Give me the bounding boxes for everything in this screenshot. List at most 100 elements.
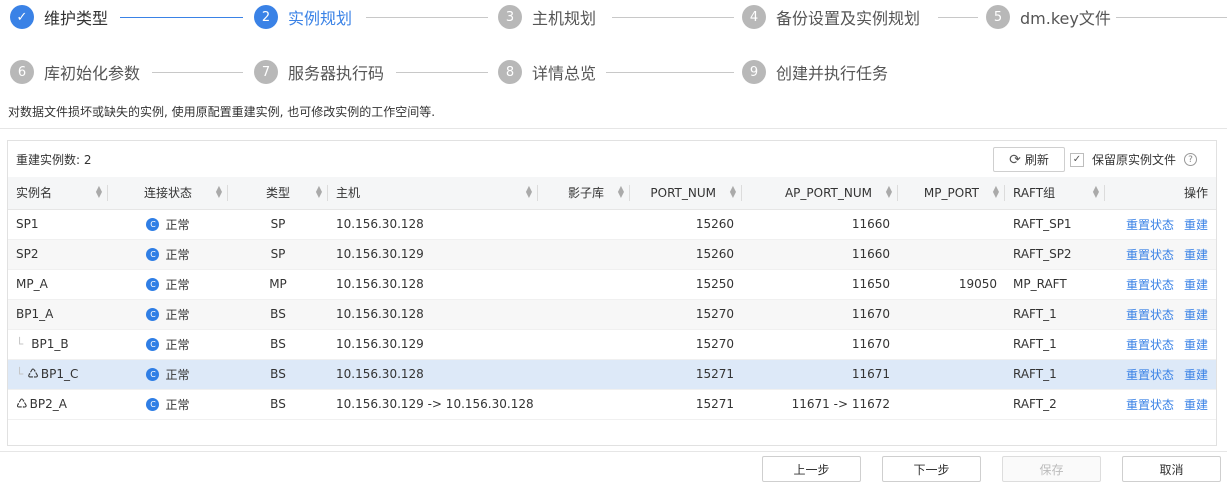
instance-mp-port bbox=[898, 209, 1005, 240]
refresh-button[interactable]: ⟳ 刷新 bbox=[993, 147, 1065, 172]
instance-ap-port: 11650 bbox=[742, 269, 898, 300]
wizard-steps: ✓ 维护类型 2 实例规划 3 主机规划 4 备份设置及实例规划 5 dm.ke… bbox=[0, 0, 1227, 100]
step-connector bbox=[396, 72, 488, 73]
col-actions: 操作 bbox=[1105, 177, 1216, 210]
instance-ap-port: 11670 bbox=[742, 329, 898, 360]
step-5[interactable]: 5 dm.key文件 bbox=[986, 4, 1111, 30]
step-connector bbox=[1116, 17, 1227, 18]
step-label: 服务器执行码 bbox=[288, 64, 385, 83]
status-ok-icon: C bbox=[146, 217, 160, 231]
table-row[interactable]: SP1 C 正常 SP 10.156.30.128 15260 11660 RAFT_SP1 重… bbox=[8, 209, 1216, 240]
status-ok-icon: C bbox=[146, 397, 160, 411]
step-label: 维护类型 bbox=[44, 9, 109, 28]
connection-status: C 正常 bbox=[108, 269, 228, 300]
sort-icon: ▲ ▼ bbox=[729, 184, 736, 199]
reset-status-link[interactable]: 重置状态 bbox=[1126, 278, 1174, 292]
step-7[interactable]: 7 服务器执行码 bbox=[254, 59, 384, 85]
step-label: 实例规划 bbox=[288, 9, 353, 28]
instance-type: BS bbox=[228, 329, 328, 360]
recycle-icon: ♺ bbox=[27, 366, 39, 382]
step-number: 7 bbox=[254, 60, 278, 84]
step-4[interactable]: 4 备份设置及实例规划 bbox=[742, 4, 920, 30]
status-ok-icon: C bbox=[146, 247, 160, 261]
step-number: 5 bbox=[986, 5, 1010, 29]
status-ok-icon: C bbox=[146, 367, 160, 381]
instance-table: 实例名 ▲ ▼ 连接状态 ▲ ▼ 类型 ▲ ▼ 主机 ▲ ▼ 影子库 ▲ ▼ PORT_NUM ▲ ▼ … bbox=[8, 177, 1216, 420]
instance-actions: 重置状态 重建 bbox=[1105, 269, 1216, 300]
col-name[interactable]: 实例名 ▲ ▼ bbox=[8, 177, 108, 210]
keep-files-checkbox[interactable]: ✓ bbox=[1070, 152, 1084, 167]
col-host[interactable]: 主机 ▲ ▼ bbox=[328, 177, 538, 210]
rebuild-link[interactable]: 重建 bbox=[1184, 218, 1208, 232]
divider bbox=[0, 451, 1227, 452]
instance-name: BP1_A bbox=[8, 299, 108, 330]
step-3[interactable]: 3 主机规划 bbox=[498, 4, 596, 30]
col-raft[interactable]: RAFT组 ▲ ▼ bbox=[1005, 177, 1105, 210]
instance-raft: MP_RAFT bbox=[1005, 269, 1105, 300]
instance-host: 10.156.30.128 bbox=[328, 359, 538, 390]
step-label: 详情总览 bbox=[532, 64, 597, 83]
keep-files-option[interactable]: ✓ 保留原实例文件 ? bbox=[1070, 151, 1198, 168]
instance-actions: 重置状态 重建 bbox=[1105, 389, 1216, 420]
help-icon[interactable]: ? bbox=[1184, 153, 1198, 166]
table-row[interactable]: SP2 C 正常 SP 10.156.30.129 15260 11660 RAFT_SP2 重… bbox=[8, 239, 1216, 270]
col-ap-port[interactable]: AP_PORT_NUM ▲ ▼ bbox=[742, 177, 898, 210]
page-description: 对数据文件损坏或缺失的实例, 使用原配置重建实例, 也可修改实例的工作空间等. bbox=[8, 105, 436, 119]
table-row[interactable]: BP1_A C 正常 BS 10.156.30.128 15270 11670 RAFT_1 重… bbox=[8, 299, 1216, 330]
instance-mp-port bbox=[898, 329, 1005, 360]
step-number: 4 bbox=[742, 5, 766, 29]
reset-status-link[interactable]: 重置状态 bbox=[1126, 308, 1174, 322]
sort-icon: ▲ ▼ bbox=[992, 184, 999, 199]
table-row[interactable]: MP_A C 正常 MP 10.156.30.128 15250 11650 19050 MP_… bbox=[8, 269, 1216, 300]
rebuild-link[interactable]: 重建 bbox=[1184, 308, 1208, 322]
rebuild-link[interactable]: 重建 bbox=[1184, 278, 1208, 292]
connection-status: C 正常 bbox=[108, 359, 228, 390]
col-mp-port[interactable]: MP_PORT ▲ ▼ bbox=[898, 177, 1005, 210]
instance-actions: 重置状态 重建 bbox=[1105, 209, 1216, 240]
table-row[interactable]: ♺ BP2_A C 正常 BS 10.156.30.129 -> 10.156.30.12… bbox=[8, 389, 1216, 420]
reset-status-link[interactable]: 重置状态 bbox=[1126, 248, 1174, 262]
col-port[interactable]: PORT_NUM ▲ ▼ bbox=[630, 177, 742, 210]
recycle-icon: ♺ bbox=[16, 396, 28, 412]
instance-port: 15250 bbox=[630, 269, 742, 300]
reset-status-link[interactable]: 重置状态 bbox=[1126, 338, 1174, 352]
rebuild-link[interactable]: 重建 bbox=[1184, 398, 1208, 412]
step-number: 2 bbox=[254, 5, 278, 29]
reset-status-link[interactable]: 重置状态 bbox=[1126, 218, 1174, 232]
step-8[interactable]: 8 详情总览 bbox=[498, 59, 596, 85]
step-9[interactable]: 9 创建并执行任务 bbox=[742, 59, 888, 85]
step-2[interactable]: 2 实例规划 bbox=[254, 4, 352, 30]
rebuild-link[interactable]: 重建 bbox=[1184, 368, 1208, 382]
instance-port: 15271 bbox=[630, 359, 742, 390]
rebuild-link[interactable]: 重建 bbox=[1184, 338, 1208, 352]
col-type[interactable]: 类型 ▲ ▼ bbox=[228, 177, 328, 210]
step-label: 备份设置及实例规划 bbox=[776, 9, 921, 28]
save-button[interactable]: 保存 bbox=[1002, 456, 1101, 482]
step-1[interactable]: ✓ 维护类型 bbox=[10, 4, 108, 30]
col-status[interactable]: 连接状态 ▲ ▼ bbox=[108, 177, 228, 210]
next-button[interactable]: 下一步 bbox=[882, 456, 981, 482]
reset-status-link[interactable]: 重置状态 bbox=[1126, 398, 1174, 412]
table-row[interactable]: └ BP1_B C 正常 BS 10.156.30.129 15270 11670 RAFT_1… bbox=[8, 329, 1216, 360]
rebuild-link[interactable]: 重建 bbox=[1184, 248, 1208, 262]
instance-actions: 重置状态 重建 bbox=[1105, 299, 1216, 330]
prev-button[interactable]: 上一步 bbox=[762, 456, 861, 482]
instance-name: SP2 bbox=[8, 239, 108, 270]
table-header: 实例名 ▲ ▼ 连接状态 ▲ ▼ 类型 ▲ ▼ 主机 ▲ ▼ 影子库 ▲ ▼ PORT_NUM ▲ ▼ … bbox=[8, 177, 1216, 210]
instance-mp-port bbox=[898, 299, 1005, 330]
reset-status-link[interactable]: 重置状态 bbox=[1126, 368, 1174, 382]
instance-host: 10.156.30.129 -> 10.156.30.128 bbox=[328, 389, 538, 420]
instance-shadow bbox=[538, 209, 630, 240]
col-shadow[interactable]: 影子库 ▲ ▼ bbox=[538, 177, 630, 210]
cancel-button[interactable]: 取消 bbox=[1122, 456, 1221, 482]
step-6[interactable]: 6 库初始化参数 bbox=[10, 59, 140, 85]
instance-raft: RAFT_SP1 bbox=[1005, 209, 1105, 240]
instance-type: BS bbox=[228, 359, 328, 390]
instance-mp-port bbox=[898, 359, 1005, 390]
tree-line: └ bbox=[16, 337, 24, 351]
instance-name: MP_A bbox=[8, 269, 108, 300]
instance-shadow bbox=[538, 359, 630, 390]
table-row[interactable]: └ ♺ BP1_C C 正常 BS 10.156.30.128 15271 11671 RAFT_… bbox=[8, 359, 1216, 390]
step-number: 8 bbox=[498, 60, 522, 84]
step-number: 3 bbox=[498, 5, 522, 29]
